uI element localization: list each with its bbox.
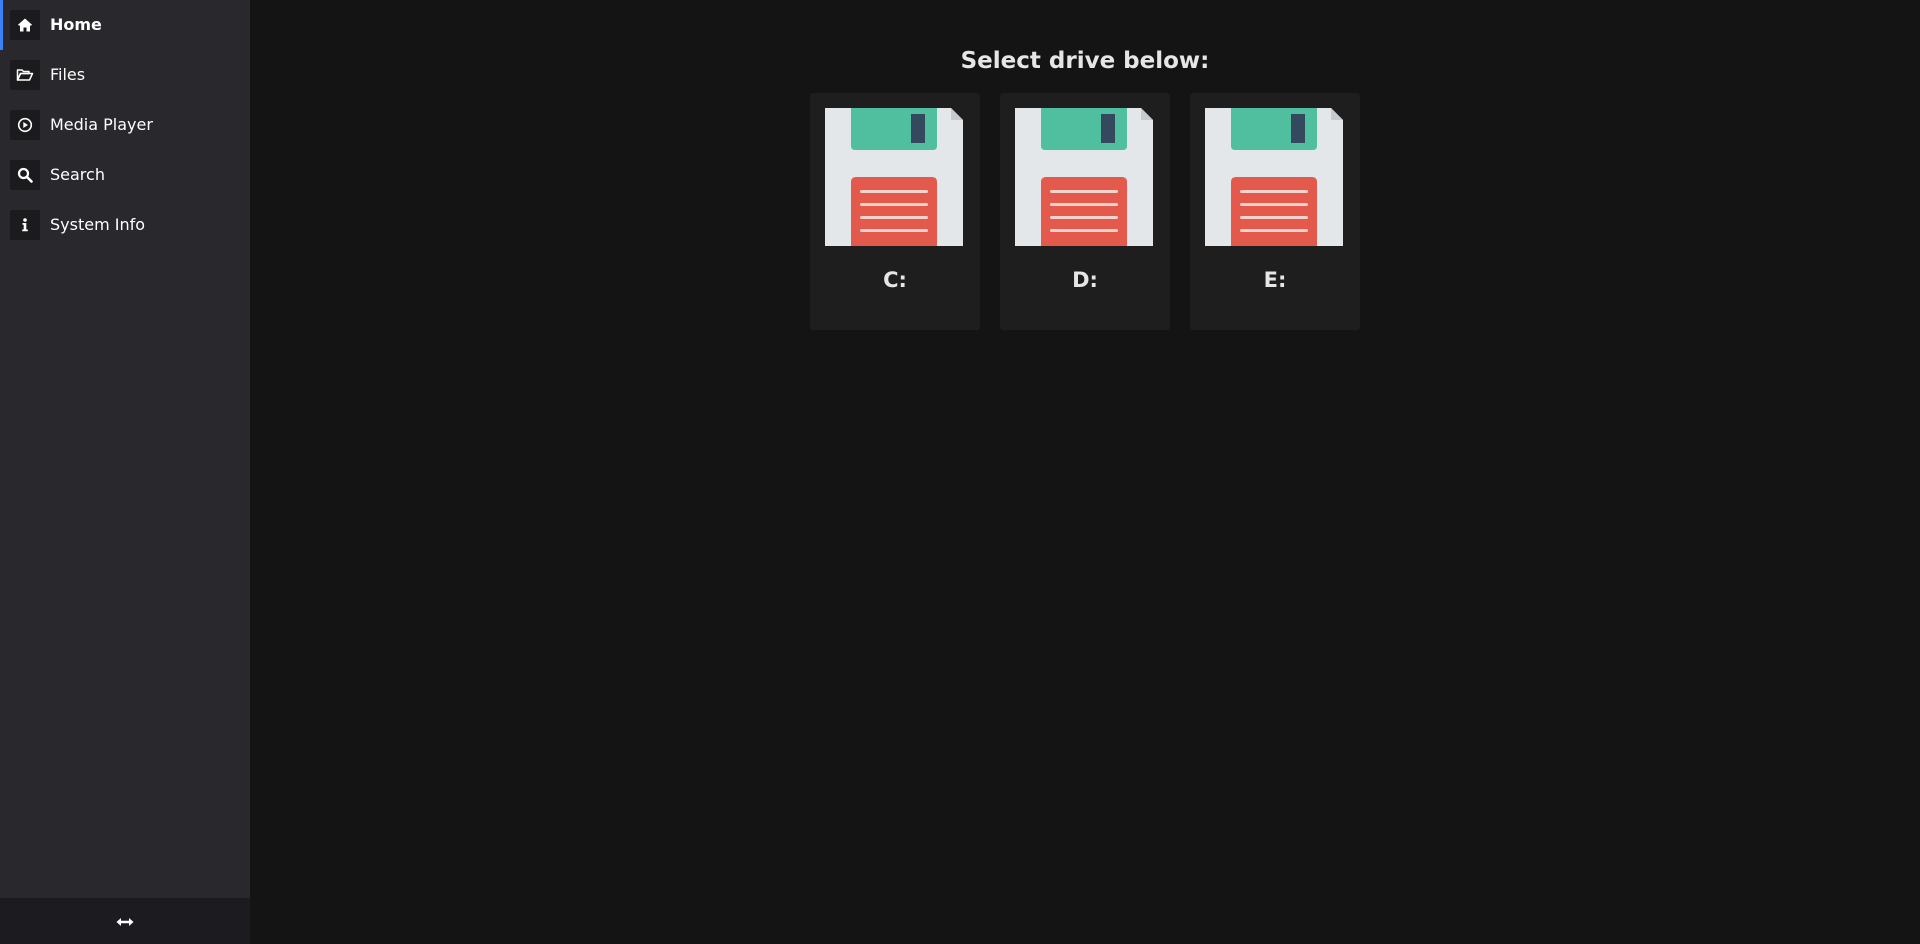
sidebar-item-system-info[interactable]: System Info [0, 200, 250, 250]
sidebar-item-label: Home [50, 15, 102, 34]
floppy-disk-icon [1015, 108, 1153, 246]
drive-label: E: [1263, 268, 1287, 292]
sidebar-item-label: Search [50, 165, 105, 184]
sidebar-item-label: Media Player [50, 115, 153, 134]
drive-card-e[interactable]: E: [1190, 93, 1360, 330]
page-title: Select drive below: [960, 48, 1210, 74]
sidebar-item-label: System Info [50, 215, 146, 234]
sidebar-item-search[interactable]: Search [0, 150, 250, 200]
folder-open-icon [10, 60, 40, 90]
drive-label: D: [1072, 268, 1098, 292]
search-icon [10, 160, 40, 190]
floppy-disk-icon [1205, 108, 1343, 246]
app-window: Home Files Media Player Search System In… [0, 0, 1920, 944]
drive-list: C: D: E: [810, 93, 1360, 330]
drive-card-d[interactable]: D: [1000, 93, 1170, 330]
info-icon [10, 210, 40, 240]
sidebar-item-media-player[interactable]: Media Player [0, 100, 250, 150]
sidebar-item-label: Files [50, 65, 86, 84]
floppy-disk-icon [825, 108, 963, 246]
drive-card-c[interactable]: C: [810, 93, 980, 330]
sidebar-item-home[interactable]: Home [0, 0, 250, 50]
resize-horizontal-icon [116, 912, 134, 931]
sidebar-item-files[interactable]: Files [0, 50, 250, 100]
sidebar-resize-button[interactable] [0, 898, 250, 944]
drive-label: C: [883, 268, 907, 292]
play-circle-icon [10, 110, 40, 140]
home-icon [10, 10, 40, 40]
sidebar: Home Files Media Player Search System In… [0, 0, 250, 944]
